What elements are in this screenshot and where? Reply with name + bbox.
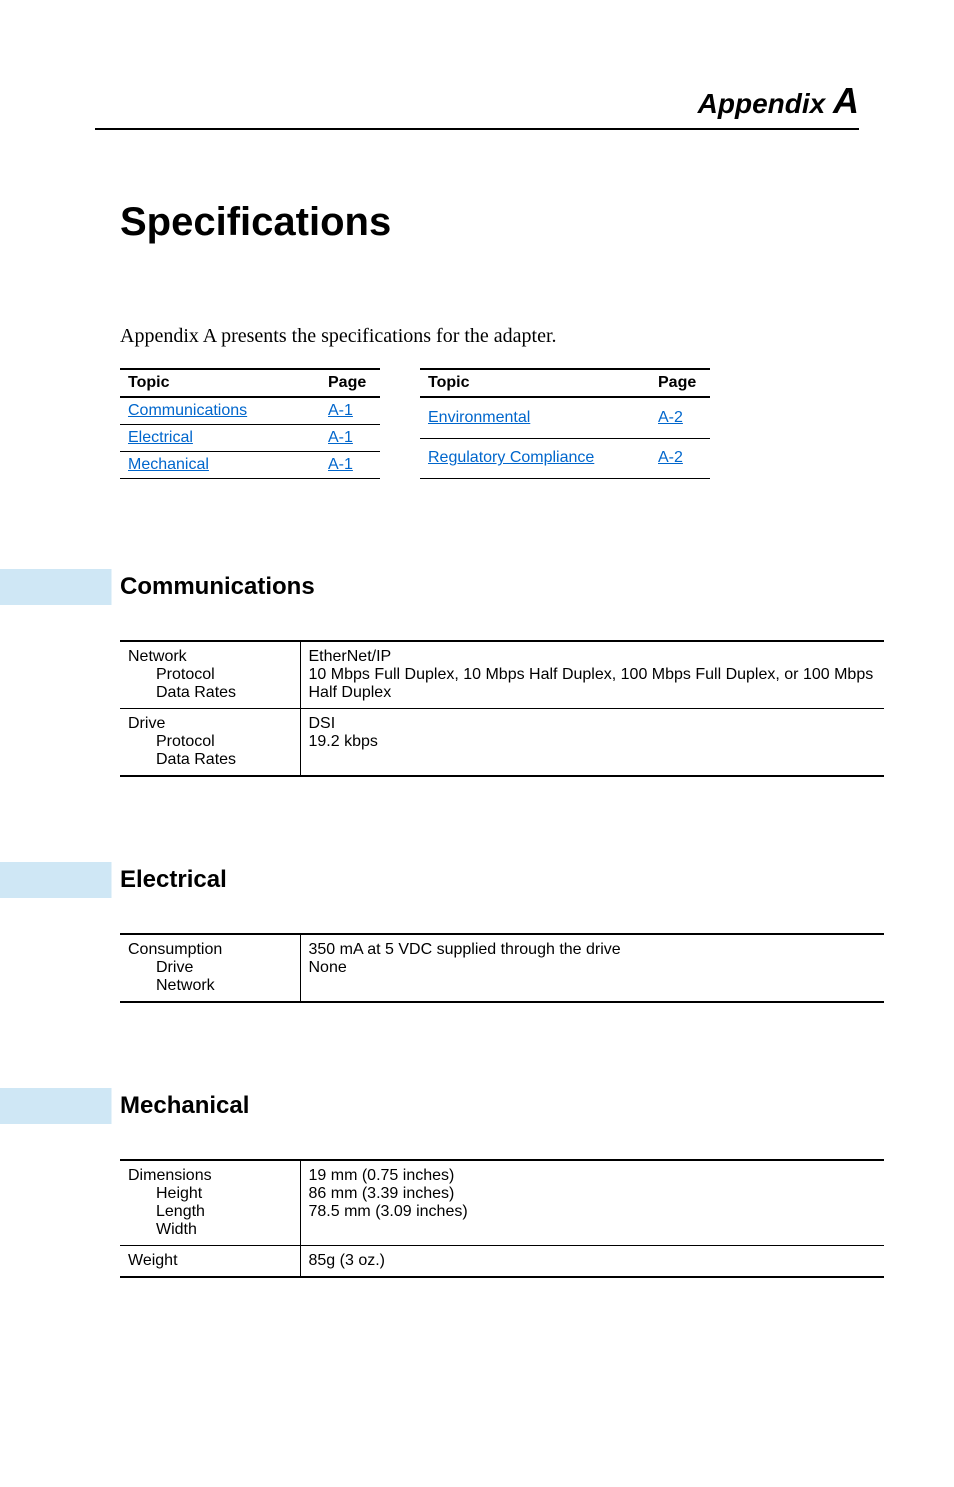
spec-label-main: Drive bbox=[128, 715, 165, 732]
spec-sublabel: Length bbox=[128, 1203, 292, 1221]
spec-value-text: 85g (3 oz.) bbox=[309, 1252, 385, 1269]
toc-row: Communications A-1 bbox=[120, 397, 380, 425]
toc-header-page: Page bbox=[650, 369, 710, 397]
toc: Topic Page Communications A-1 Electrical… bbox=[120, 368, 859, 479]
electrical-table: Consumption Drive Network 350 mA at 5 VD… bbox=[120, 933, 884, 1003]
section-heading-mechanical: Mechanical bbox=[0, 1088, 859, 1124]
toc-link[interactable]: Communications bbox=[128, 402, 247, 419]
spec-label: Network Protocol Data Rates bbox=[120, 641, 300, 709]
spec-sublabel: Protocol bbox=[128, 666, 292, 684]
table-row: Dimensions Height Length Width 19 mm (0.… bbox=[120, 1160, 884, 1246]
toc-row: Regulatory Compliance A-2 bbox=[420, 438, 710, 478]
spec-sublabel: Protocol bbox=[128, 733, 292, 751]
section-heading-electrical: Electrical bbox=[0, 862, 859, 898]
appendix-prefix: Appendix bbox=[698, 88, 826, 119]
spec-label: Weight bbox=[120, 1246, 300, 1278]
toc-header-topic: Topic bbox=[420, 369, 650, 397]
spec-value: 350 mA at 5 VDC supplied through the dri… bbox=[300, 934, 884, 1002]
spec-value-text: EtherNet/IP 10 Mbps Full Duplex, 10 Mbps… bbox=[309, 648, 874, 701]
spec-value: DSI 19.2 kbps bbox=[300, 709, 884, 777]
spec-sublabel: Drive bbox=[128, 959, 292, 977]
table-row: Weight 85g (3 oz.) bbox=[120, 1246, 884, 1278]
toc-header-topic: Topic bbox=[120, 369, 320, 397]
spec-label-main: Weight bbox=[128, 1252, 178, 1269]
toc-table-right: Topic Page Environmental A-2 Regulatory … bbox=[420, 368, 710, 479]
spec-label: Consumption Drive Network bbox=[120, 934, 300, 1002]
communications-table: Network Protocol Data Rates EtherNet/IP … bbox=[120, 640, 884, 777]
spec-value: EtherNet/IP 10 Mbps Full Duplex, 10 Mbps… bbox=[300, 641, 884, 709]
section-title: Mechanical bbox=[120, 1088, 859, 1124]
section-heading-communications: Communications bbox=[0, 569, 859, 605]
table-row: Network Protocol Data Rates EtherNet/IP … bbox=[120, 641, 884, 709]
toc-link[interactable]: Electrical bbox=[128, 429, 193, 446]
spec-label-main: Network bbox=[128, 648, 187, 665]
section-title: Electrical bbox=[120, 862, 859, 898]
toc-page-link[interactable]: A-1 bbox=[328, 456, 353, 473]
appendix-header: Appendix A bbox=[95, 80, 859, 130]
toc-page-link[interactable]: A-2 bbox=[658, 409, 683, 426]
toc-row: Environmental A-2 bbox=[420, 397, 710, 438]
toc-row: Mechanical A-1 bbox=[120, 452, 380, 479]
spec-value-text: DSI 19.2 kbps bbox=[309, 715, 378, 750]
toc-header-page: Page bbox=[320, 369, 380, 397]
toc-table-left: Topic Page Communications A-1 Electrical… bbox=[120, 368, 380, 479]
spec-value-text: 19 mm (0.75 inches) 86 mm (3.39 inches) … bbox=[309, 1167, 468, 1220]
spec-sublabel: Data Rates bbox=[128, 684, 292, 702]
spec-sublabel: Height bbox=[128, 1185, 292, 1203]
spec-sublabel: Data Rates bbox=[128, 751, 292, 769]
section-title: Communications bbox=[120, 569, 859, 605]
toc-link[interactable]: Regulatory Compliance bbox=[428, 449, 594, 466]
toc-link[interactable]: Environmental bbox=[428, 409, 530, 426]
toc-row: Electrical A-1 bbox=[120, 425, 380, 452]
spec-sublabel: Width bbox=[128, 1221, 292, 1239]
spec-label: Drive Protocol Data Rates bbox=[120, 709, 300, 777]
toc-page-link[interactable]: A-2 bbox=[658, 449, 683, 466]
table-row: Drive Protocol Data Rates DSI 19.2 kbps bbox=[120, 709, 884, 777]
spec-value: 85g (3 oz.) bbox=[300, 1246, 884, 1278]
spec-label-main: Dimensions bbox=[128, 1167, 212, 1184]
intro-text: Appendix A presents the specifications f… bbox=[120, 325, 859, 348]
spec-label: Dimensions Height Length Width bbox=[120, 1160, 300, 1246]
spec-value-text: 350 mA at 5 VDC supplied through the dri… bbox=[309, 941, 621, 976]
mechanical-table: Dimensions Height Length Width 19 mm (0.… bbox=[120, 1159, 884, 1278]
toc-page-link[interactable]: A-1 bbox=[328, 429, 353, 446]
appendix-letter: A bbox=[833, 80, 859, 121]
page-title: Specifications bbox=[120, 200, 859, 245]
spec-sublabel: Network bbox=[128, 977, 292, 995]
toc-page-link[interactable]: A-1 bbox=[328, 402, 353, 419]
spec-value: 19 mm (0.75 inches) 86 mm (3.39 inches) … bbox=[300, 1160, 884, 1246]
spec-label-main: Consumption bbox=[128, 941, 222, 958]
table-row: Consumption Drive Network 350 mA at 5 VD… bbox=[120, 934, 884, 1002]
toc-link[interactable]: Mechanical bbox=[128, 456, 209, 473]
